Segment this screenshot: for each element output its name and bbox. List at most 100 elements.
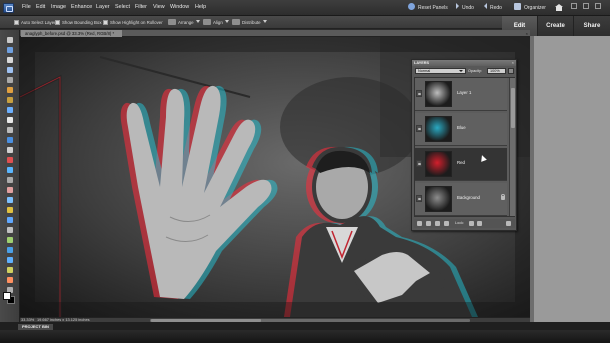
undo-button[interactable]: Undo xyxy=(456,3,474,13)
sponge-tool-icon[interactable] xyxy=(5,266,15,275)
visibility-eye-icon[interactable] xyxy=(416,195,422,202)
layers-panel-title: LAYERS xyxy=(414,61,430,65)
project-bin-area xyxy=(0,330,610,343)
menu-bar: File Edit Image Enhance Layer Select Fil… xyxy=(0,0,610,16)
undo-label: Undo xyxy=(462,5,474,11)
layer-thumbnail xyxy=(425,186,452,212)
auto-select-layer-checkbox[interactable]: Auto Select Layer xyxy=(14,19,56,26)
close-document-icon[interactable]: × xyxy=(526,31,528,36)
layer-row[interactable]: Background xyxy=(415,183,507,216)
adjustment-layer-icon[interactable] xyxy=(435,221,440,226)
layer-row[interactable]: Layer 1 xyxy=(415,78,507,111)
brush-tool-icon[interactable] xyxy=(5,196,15,205)
cookie-cutter-tool-icon[interactable] xyxy=(5,136,15,145)
tab-share[interactable]: Share xyxy=(574,16,610,36)
reset-panels-button[interactable]: Reset Panels xyxy=(408,3,448,13)
lasso-tool-icon[interactable] xyxy=(5,86,15,95)
shape-tool-glyph xyxy=(7,247,13,253)
layer-thumbnail xyxy=(425,116,452,142)
redo-label: Redo xyxy=(490,5,502,11)
crop-tool-icon[interactable] xyxy=(5,126,15,135)
new-layer-icon[interactable] xyxy=(417,221,422,226)
document-tab[interactable]: anaglyph_before.psd @ 33.3% (Red, RGB/8)… xyxy=(21,30,123,37)
align-dropdown[interactable]: Align xyxy=(203,19,229,26)
healing-brush-tool-icon[interactable] xyxy=(5,166,15,175)
menu-layer[interactable]: Layer xyxy=(96,4,110,10)
arrange-dropdown[interactable]: Arrange xyxy=(168,19,200,26)
menu-image[interactable]: Image xyxy=(51,4,66,10)
app-logo-icon[interactable] xyxy=(3,3,14,13)
opacity-input[interactable]: 100% xyxy=(487,68,506,74)
show-highlight-checkbox[interactable]: Show Highlight on Rollover xyxy=(103,19,163,26)
pencil-tool-icon[interactable] xyxy=(5,276,15,285)
visibility-eye-icon[interactable] xyxy=(416,160,422,167)
straighten-tool-icon[interactable] xyxy=(5,146,15,155)
menu-view[interactable]: View xyxy=(153,4,165,10)
minimize-icon[interactable] xyxy=(571,3,577,9)
maximize-icon[interactable] xyxy=(583,3,589,9)
layer-row[interactable]: Red xyxy=(415,148,507,181)
menu-help[interactable]: Help xyxy=(195,4,206,10)
lock-transparent-icon[interactable] xyxy=(469,221,474,226)
eyedropper-tool-glyph xyxy=(7,67,13,73)
visibility-eye-icon[interactable] xyxy=(416,125,422,132)
layers-scrollbar-thumb[interactable] xyxy=(511,88,515,128)
eraser-tool-icon[interactable] xyxy=(5,186,15,195)
close-panel-icon[interactable]: × xyxy=(512,60,514,66)
dock-scrollbar[interactable] xyxy=(530,36,534,322)
layer-name: Blue xyxy=(457,125,466,130)
distribute-dropdown[interactable]: Distribute xyxy=(232,19,267,26)
shape-tool-icon[interactable] xyxy=(5,246,15,255)
auto-select-layer-label: Auto Select Layer xyxy=(21,20,56,25)
menu-enhance[interactable]: Enhance xyxy=(71,4,92,10)
pencil-tool-glyph xyxy=(7,277,13,283)
document-tab-bar: anaglyph_before.psd @ 33.3% (Red, RGB/8)… xyxy=(20,30,530,37)
foreground-color-swatch[interactable] xyxy=(3,292,11,300)
menu-filter[interactable]: Filter xyxy=(135,4,147,10)
smart-brush-tool-icon[interactable] xyxy=(5,206,15,215)
menu-window[interactable]: Window xyxy=(170,4,189,10)
move-tool-icon[interactable] xyxy=(5,36,15,45)
detail-brush-tool-icon[interactable] xyxy=(5,216,15,225)
gradient-tool-icon[interactable] xyxy=(5,236,15,245)
checkbox-icon xyxy=(14,20,19,25)
organizer-button[interactable]: Organizer xyxy=(514,3,546,13)
delete-layer-icon[interactable] xyxy=(506,221,511,226)
type-tool-icon[interactable] xyxy=(5,116,15,125)
brush-tool-glyph xyxy=(7,197,13,203)
opacity-dropdown-button[interactable] xyxy=(508,68,514,74)
clip-mask-icon[interactable] xyxy=(444,221,449,226)
menu-select[interactable]: Select xyxy=(115,4,130,10)
clone-stamp-tool-icon[interactable] xyxy=(5,176,15,185)
layer-row[interactable]: Blue xyxy=(415,113,507,146)
blend-mode-select[interactable]: Normal xyxy=(415,68,466,74)
layers-list: Layer 1 Blue Red Background xyxy=(414,77,515,217)
close-window-icon[interactable] xyxy=(595,3,601,9)
layers-panel-header[interactable]: LAYERS × xyxy=(412,60,516,66)
paint-bucket-tool-icon[interactable] xyxy=(5,226,15,235)
lock-all-icon[interactable] xyxy=(477,221,482,226)
menu-edit[interactable]: Edit xyxy=(36,4,45,10)
zoom-tool-icon[interactable] xyxy=(5,46,15,55)
project-bin: PROJECT BIN xyxy=(0,322,610,343)
red-eye-tool-icon[interactable] xyxy=(5,156,15,165)
blur-tool-icon[interactable] xyxy=(5,256,15,265)
quick-selection-tool-glyph xyxy=(7,107,13,113)
new-group-icon[interactable] xyxy=(426,221,431,226)
tab-create[interactable]: Create xyxy=(538,16,574,36)
redo-button[interactable]: Redo xyxy=(484,3,502,13)
quick-selection-tool-icon[interactable] xyxy=(5,106,15,115)
marquee-tool-icon[interactable] xyxy=(5,76,15,85)
home-icon[interactable] xyxy=(555,4,563,11)
layers-panel: LAYERS × Normal Opacity: 100% Layer 1 Bl… xyxy=(411,59,517,231)
hand-tool-icon[interactable] xyxy=(5,56,15,65)
reset-panels-icon xyxy=(408,3,415,10)
layers-scrollbar[interactable] xyxy=(509,78,515,216)
visibility-eye-icon[interactable] xyxy=(416,90,422,97)
magic-wand-tool-glyph xyxy=(7,97,13,103)
opacity-label: Opacity: xyxy=(468,69,482,73)
menu-file[interactable]: File xyxy=(22,4,31,10)
show-bounding-box-checkbox[interactable]: Show Bounding Box xyxy=(55,19,102,26)
eyedropper-tool-icon[interactable] xyxy=(5,66,15,75)
magic-wand-tool-icon[interactable] xyxy=(5,96,15,105)
